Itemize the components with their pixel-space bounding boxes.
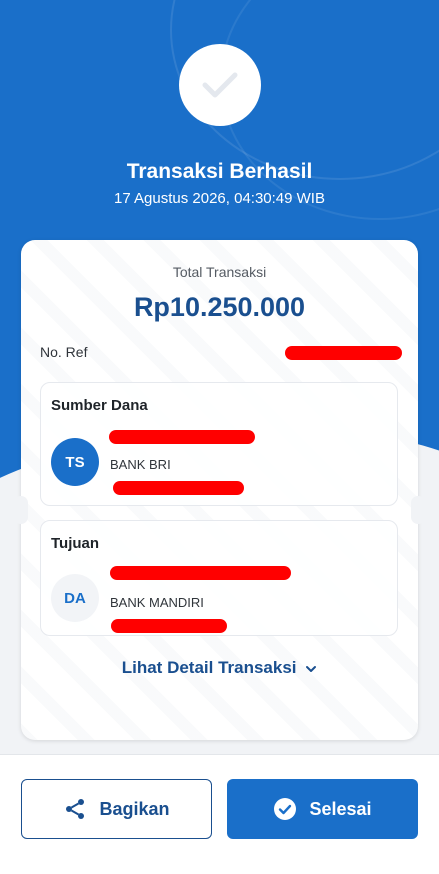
chevron-down-icon — [306, 665, 317, 672]
decorative-swirl — [220, 0, 439, 220]
source-title: Sumber Dana — [51, 397, 148, 414]
action-bar: Bagikan Selesai — [0, 754, 439, 874]
redacted-ref-number — [285, 346, 402, 360]
check-icon — [202, 72, 238, 98]
redacted-destination-account — [111, 619, 227, 633]
card-notch-left — [14, 496, 28, 524]
ref-label: No. Ref — [40, 344, 88, 360]
share-button[interactable]: Bagikan — [21, 779, 212, 839]
source-section: Sumber Dana TS BANK BRI — [40, 382, 398, 506]
page-title: Transaksi Berhasil — [126, 160, 313, 183]
done-button[interactable]: Selesai — [227, 779, 418, 839]
destination-bank: BANK MANDIRI — [110, 595, 204, 610]
view-transaction-detail-link[interactable]: Lihat Detail Transaksi — [21, 658, 418, 678]
redacted-source-account — [113, 481, 244, 495]
destination-section: Tujuan DA BANK MANDIRI — [40, 520, 398, 636]
done-button-label: Selesai — [309, 798, 372, 819]
redacted-source-name — [109, 430, 255, 444]
share-icon — [66, 799, 85, 819]
success-badge — [179, 44, 261, 126]
destination-avatar: DA — [51, 574, 99, 622]
transaction-receipt-card: Total Transaksi Rp10.250.000 No. Ref Sum… — [21, 240, 418, 740]
share-button-label: Bagikan — [99, 798, 170, 819]
total-label: Total Transaksi — [172, 264, 267, 280]
destination-title: Tujuan — [51, 535, 100, 552]
source-bank: BANK BRI — [110, 457, 171, 472]
detail-link-label: Lihat Detail Transaksi — [121, 658, 297, 677]
card-notch-right — [411, 496, 425, 524]
redacted-destination-name — [110, 566, 291, 580]
source-avatar: TS — [51, 438, 99, 486]
transaction-datetime: 17 Agustus 2026, 04:30:49 WIB — [114, 190, 325, 207]
total-amount: Rp10.250.000 — [133, 292, 306, 322]
check-circle-icon — [274, 798, 297, 820]
